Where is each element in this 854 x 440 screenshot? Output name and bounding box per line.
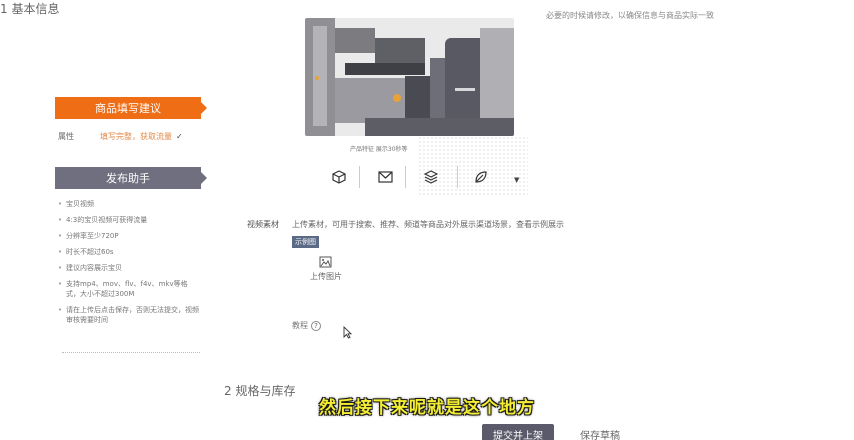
leaf-icon[interactable] (468, 166, 494, 188)
helper-item: 支持mp4、mov、flv、f4v、mkv等格式，大小不超过300M (58, 279, 200, 299)
top-note: 必要的时候请修改，以确保信息与商品实际一致 (546, 11, 714, 20)
layers-icon[interactable] (418, 166, 444, 188)
image-upload-icon[interactable] (319, 253, 332, 268)
divider (62, 352, 200, 353)
tutorial-link[interactable]: 教程 ? (292, 320, 321, 331)
chevron-down-icon[interactable]: ▼ (514, 176, 519, 184)
video-material-description: 上传素材，可用于搜索、推荐、频道等商品对外展示渠道场景，查看示例展示 (292, 220, 564, 229)
helper-panel-header: 发布助手 (55, 167, 207, 189)
section-title-basic-info: 1 基本信息 (0, 2, 60, 16)
box-icon[interactable] (326, 166, 352, 188)
helper-item: 分辨率至少720P (58, 231, 200, 241)
help-icon: ? (311, 320, 321, 331)
upload-image-button[interactable]: 上传图片 (310, 271, 342, 282)
image-caption: 产品特征 展示30秒等 (350, 146, 408, 153)
helper-list: 宝贝视频 4:3的宝贝视频可获得流量 分辨率至少720P 时长不超过60s 建议… (58, 199, 200, 331)
helper-item: 时长不超过60s (58, 247, 200, 257)
helper-item: 宝贝视频 (58, 199, 200, 209)
submit-button[interactable]: 提交并上架 (482, 424, 554, 440)
helper-item: 请在上传后点击保存，否则无法提交，视频审核需要时间 (58, 305, 200, 325)
video-material-label: 视频素材 (247, 220, 279, 229)
tutorial-label: 教程 (292, 321, 308, 330)
tip-warning[interactable]: 填写完整，获取流量 (100, 132, 172, 141)
product-image[interactable] (305, 18, 514, 136)
suggestion-tip: 属性 填写完整，获取流量 ✓ (58, 131, 183, 142)
check-icon: ✓ (176, 132, 183, 141)
save-draft-button[interactable]: 保存草稿 (580, 427, 620, 440)
suggestion-panel-header: 商品填写建议 (55, 97, 207, 119)
sample-image-tag[interactable]: 示例图 (292, 236, 319, 248)
helper-item: 建议内容展示宝贝 (58, 263, 200, 273)
tip-label: 属性 (58, 132, 74, 141)
helper-item: 4:3的宝贝视频可获得流量 (58, 215, 200, 225)
image-type-toolbar: ▼ (322, 160, 522, 196)
mail-icon[interactable] (372, 166, 398, 188)
mouse-cursor-icon (343, 326, 352, 339)
video-subtitle: 然后接下来呢就是这个地方 (319, 398, 535, 418)
